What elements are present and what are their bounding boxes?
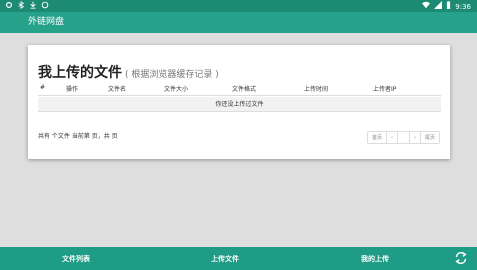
page-title: 我上传的文件: [38, 65, 122, 81]
app-title: 外链网盘: [28, 17, 65, 27]
nav-upload-file[interactable]: 上传文件: [211, 254, 239, 264]
app-bar: 外链网盘: [0, 12, 477, 33]
status-right-icons: 9:36: [422, 1, 471, 12]
column-header-upload-time: 上传时间: [304, 86, 329, 93]
page-subtitle: ( 根据浏览器缓存记录 ): [125, 70, 219, 80]
column-header-filesize: 文件大小: [164, 86, 189, 93]
file-count-info: 共有 个文件 当前第 页，共 页: [38, 133, 118, 140]
bottom-nav: 文件列表 上传文件 我的上传: [0, 247, 477, 270]
table-empty-row: 你还没上传过文件: [38, 97, 441, 112]
column-header-format: 文件格式: [232, 86, 257, 93]
download-icon: [29, 1, 37, 12]
last-page-button[interactable]: 尾页: [421, 132, 440, 143]
column-header-index: #: [40, 84, 46, 91]
prev-page-button[interactable]: ‹: [387, 132, 399, 143]
refresh-icon[interactable]: [454, 251, 468, 265]
circle-icon: [41, 1, 49, 12]
column-header-action: 操作: [66, 86, 79, 93]
bluetooth-icon: [17, 1, 25, 12]
pagination: 首页 ‹ › 尾页: [367, 131, 441, 144]
column-header-uploader-ip: 上传者IP: [373, 86, 397, 93]
column-header-filename: 文件名: [108, 86, 127, 93]
wifi-icon: [422, 1, 431, 12]
nav-my-uploads[interactable]: 我的上传: [361, 254, 389, 264]
status-time: 9:36: [455, 2, 471, 11]
next-page-button[interactable]: ›: [410, 132, 422, 143]
status-left-icons: [5, 1, 49, 12]
settings-icon: [5, 1, 13, 12]
table-header: # 操作 文件名 文件大小 文件格式 上传时间 上传者IP: [38, 80, 441, 96]
card-heading: 我上传的文件( 根据浏览器缓存记录 ): [38, 62, 219, 82]
signal-icon: [434, 1, 443, 12]
first-page-button[interactable]: 首页: [368, 132, 388, 143]
battery-icon: [446, 1, 451, 12]
current-page-button[interactable]: [398, 132, 411, 143]
status-bar: 9:36: [0, 0, 477, 12]
nav-file-list[interactable]: 文件列表: [62, 254, 90, 264]
